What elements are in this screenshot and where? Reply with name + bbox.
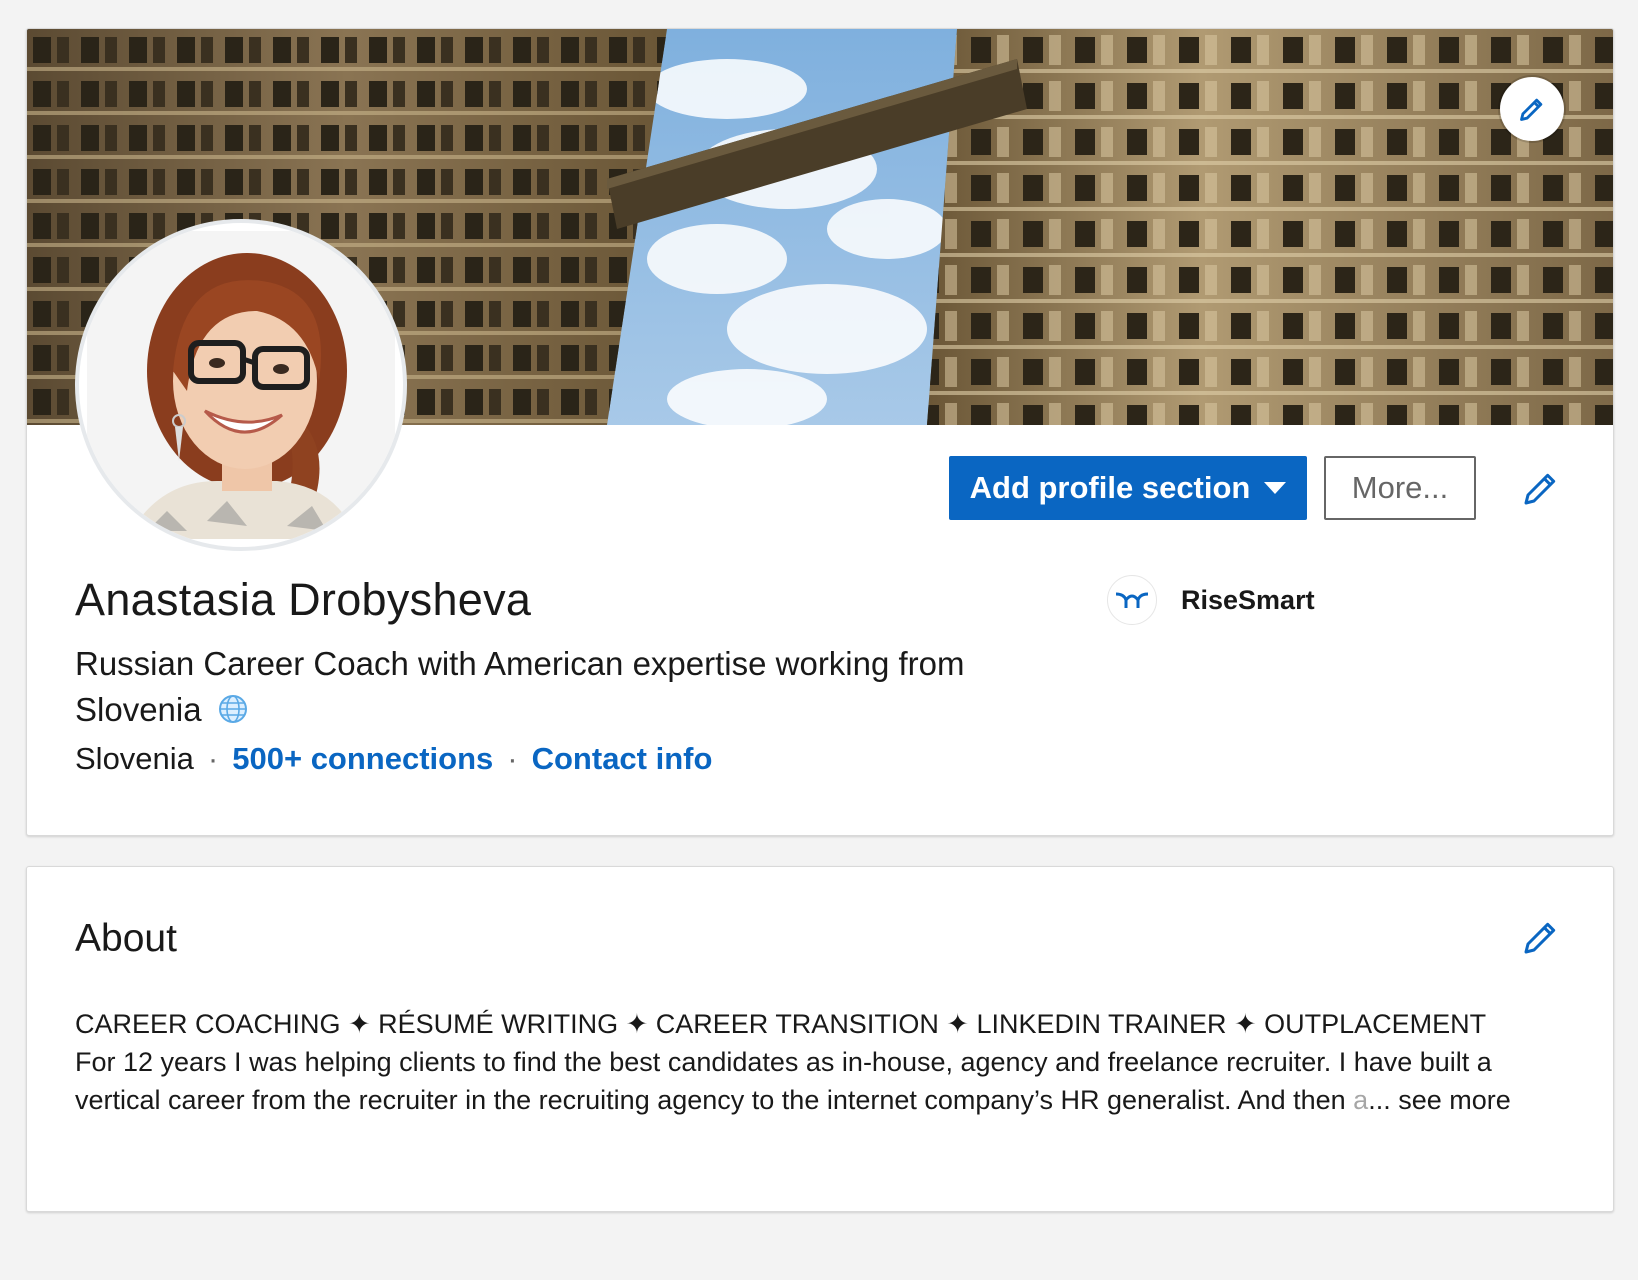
profile-top-card: Add profile section More... Anastasia Dr… [26, 28, 1614, 836]
current-company[interactable]: RiseSmart [1107, 575, 1315, 625]
about-faded-text: a [1353, 1085, 1369, 1115]
about-tagline: CAREER COACHING ✦ RÉSUMÉ WRITING ✦ CAREE… [75, 1009, 1487, 1039]
ellipsis: ... [1368, 1085, 1391, 1115]
about-line-text: vertical career from the recruiter in th… [75, 1085, 1346, 1115]
risesmart-logo-icon [1115, 592, 1149, 608]
profile-name: Anastasia Drobysheva [75, 574, 532, 625]
connections-link[interactable]: 500+ connections [232, 741, 493, 776]
pencil-icon [1520, 98, 1543, 121]
about-summary: CAREER COACHING ✦ RÉSUMÉ WRITING ✦ CAREE… [75, 1005, 1575, 1119]
headline-text: Russian Career Coach with American exper… [75, 645, 965, 728]
profile-location: Slovenia [75, 741, 194, 776]
risesmart-logo [1107, 575, 1157, 625]
separator-dot: · [207, 741, 219, 776]
contact-info-link[interactable]: Contact info [532, 741, 713, 776]
edit-cover-button[interactable] [1500, 77, 1564, 141]
about-line: vertical career from the recruiter in th… [75, 1081, 1575, 1119]
more-button[interactable]: More... [1324, 456, 1476, 520]
edit-intro-button[interactable] [1517, 464, 1565, 512]
profile-headline: Russian Career Coach with American exper… [75, 641, 1035, 733]
company-name: RiseSmart [1181, 584, 1315, 615]
add-profile-section-button[interactable]: Add profile section [949, 456, 1307, 520]
globe-icon [218, 695, 247, 723]
about-card: About CAREER COACHING ✦ RÉSUMÉ WRITING ✦… [26, 866, 1614, 1212]
pencil-icon [1524, 922, 1556, 954]
add-profile-section-label: Add profile section [969, 470, 1251, 505]
more-label: More... [1351, 470, 1449, 505]
about-title: About [75, 917, 177, 960]
profile-actions: Add profile section More... [27, 456, 1613, 520]
edit-about-button[interactable] [1517, 913, 1565, 961]
caret-down-icon [1264, 482, 1287, 494]
separator-dot: · [507, 741, 518, 776]
pencil-icon [1524, 473, 1556, 505]
profile-meta: Slovenia · 500+ connections · Contact info [75, 741, 712, 777]
about-line: For 12 years I was helping clients to fi… [75, 1047, 1492, 1077]
see-more-button[interactable]: see more [1398, 1085, 1511, 1115]
